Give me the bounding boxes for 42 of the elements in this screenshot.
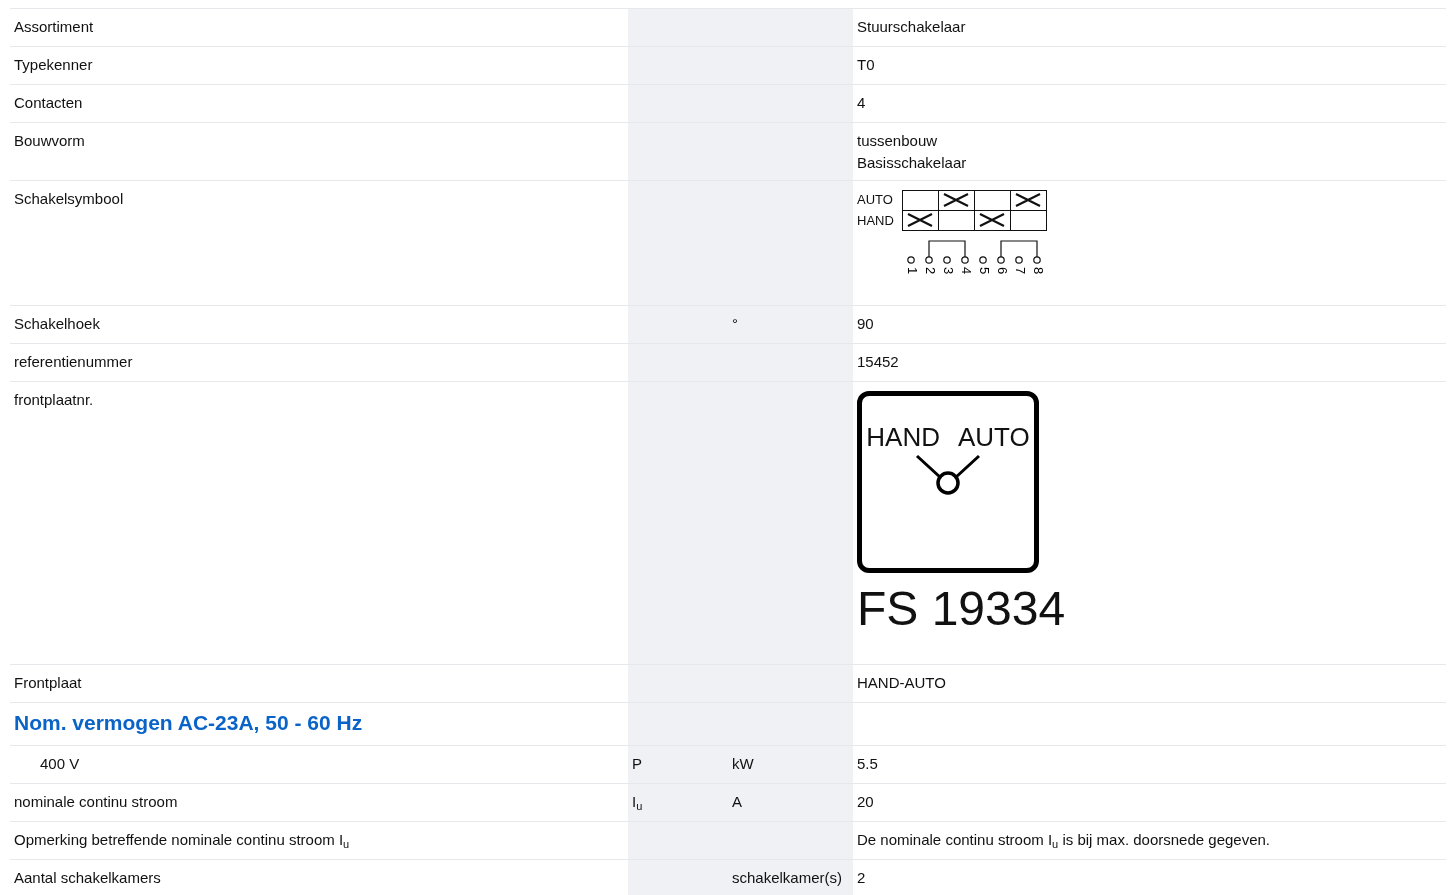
property-label: nominale continu stroom (14, 792, 178, 810)
cross-mark-icon (978, 213, 1007, 227)
symbol-text: P (632, 754, 642, 772)
front-plate-code: FS 19334 (857, 580, 1067, 637)
property-value: 4 (857, 93, 867, 113)
property-label: Assortiment (14, 18, 94, 35)
property-value: tussenbouw (857, 131, 939, 151)
property-value: Basisschakelaar (857, 153, 968, 173)
property-value: Stuurschakelaar (857, 17, 967, 37)
property-label: 400 V (39, 754, 80, 772)
unit-text: schakelkamer(s) (732, 868, 843, 886)
property-value: 15452 (857, 351, 900, 372)
property-label: Frontplaat (14, 673, 82, 691)
unit-text: ° (732, 314, 738, 332)
cross-mark-icon (1014, 193, 1043, 207)
property-value: T0 (857, 55, 876, 75)
property-value: HAND-AUTO (857, 672, 947, 693)
property-label: frontplaatnr. (14, 390, 94, 408)
property-value: De nominale continu stroom I$_{u}$ is bij max. doorsnede gegeven. (857, 829, 1272, 851)
cross-mark-icon (942, 193, 971, 207)
position-label: HAND (857, 211, 894, 230)
property-value: 90 (857, 313, 875, 334)
cross-mark-icon (906, 213, 935, 227)
symbol-text: I$_{u}$ (632, 792, 643, 810)
dial-label: HAND (866, 421, 940, 452)
property-value: 2 (857, 867, 867, 888)
section-heading: Nom. vermogen AC-23A, 50 - 60 Hz (14, 709, 364, 736)
unit-text: A (732, 792, 742, 810)
unit-text: kW (732, 754, 754, 772)
property-value: 5.5 (857, 753, 879, 774)
property-label: Aantal schakelkamers (14, 868, 161, 886)
property-label: Contacten (14, 94, 83, 111)
property-label: Schakelhoek (14, 314, 100, 332)
position-label: AUTO (857, 191, 893, 209)
property-label: Opmerking betreffende nominale continu stroom I$_{u}$ (14, 830, 350, 848)
property-label: referentienummer (14, 352, 133, 370)
property-label: Typekenner (14, 56, 93, 73)
dial-label: AUTO (957, 421, 1030, 452)
property-label: Schakelsymbool (14, 190, 124, 207)
property-label: Bouwvorm (14, 132, 85, 149)
property-value: 20 (857, 791, 875, 812)
terminal-drawing: 1 2 3 4 5 6 7 8 (901, 236, 1055, 299)
